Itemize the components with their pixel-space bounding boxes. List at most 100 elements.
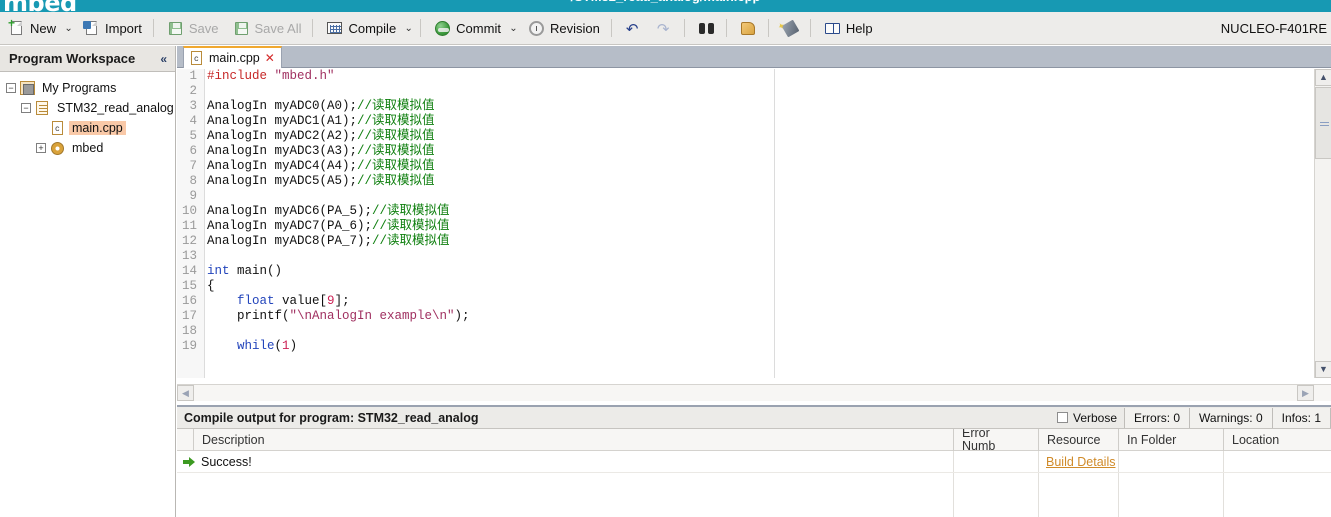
cpp-file-icon — [189, 51, 204, 66]
output-column-label: Resource — [1047, 434, 1101, 447]
line-number: 19 — [177, 339, 201, 354]
help-button-label: Help — [846, 21, 873, 36]
code-line: 4AnalogIn myADC1(A1);//读取模拟值 — [177, 114, 470, 129]
output-column-label: Location — [1232, 434, 1279, 447]
compile-dropdown-chevron-down-icon[interactable]: ⌄ — [402, 23, 415, 34]
program-workspace-panel: Program Workspace « − My Programs − STM3… — [0, 46, 176, 517]
infos-counter[interactable]: Infos: 1 — [1272, 408, 1331, 428]
redo-button[interactable]: ↷ — [650, 15, 679, 41]
scroll-left-icon[interactable]: ◀ — [177, 385, 194, 401]
scroll-up-icon[interactable]: ▲ — [1315, 69, 1331, 86]
compile-button[interactable]: Compile — [320, 15, 402, 41]
compile-output-panel: Compile output for program: STM32_read_a… — [177, 405, 1331, 517]
cell-divider — [1118, 451, 1119, 472]
tree-toggle-icon[interactable]: + — [36, 143, 46, 153]
commit-button-label: Commit — [456, 21, 501, 36]
output-column-header[interactable]: Error Numb — [953, 429, 1038, 451]
tree-item-my-programs[interactable]: − My Programs — [0, 78, 175, 98]
output-column-label: Error Numb — [962, 429, 995, 451]
tree-item-mbed[interactable]: + mbed — [0, 138, 175, 158]
code-line: 19 while(1) — [177, 339, 470, 354]
vertical-scrollbar-thumb[interactable] — [1315, 87, 1331, 159]
code-token: value[ — [275, 294, 328, 308]
help-button[interactable]: Help — [818, 15, 879, 41]
code-token: //读取模拟值 — [357, 159, 435, 173]
tab-main-cpp[interactable]: main.cpp ✕ — [183, 46, 282, 68]
scroll-right-icon[interactable]: ▶ — [1297, 385, 1314, 401]
code-line-text: #include "mbed.h" — [201, 69, 335, 84]
warnings-counter[interactable]: Warnings: 0 — [1189, 408, 1273, 428]
new-button[interactable]: + New — [2, 15, 62, 41]
editor-horizontal-scrollbar[interactable]: ◀ ▶ — [177, 384, 1331, 401]
table-row-empty — [177, 473, 1331, 495]
code-token: AnalogIn myADC8(PA_7); — [207, 234, 372, 248]
cell-divider — [1223, 451, 1224, 472]
code-line-text: AnalogIn myADC5(A5);//读取模拟值 — [201, 174, 435, 189]
code-token: AnalogIn myADC6(PA_5); — [207, 204, 372, 218]
save-all-button[interactable]: Save All — [227, 15, 308, 41]
output-column-header[interactable]: In Folder — [1118, 429, 1223, 451]
tree-toggle-icon[interactable]: − — [6, 83, 16, 93]
save-floppy-icon — [167, 20, 184, 37]
verbose-checkbox[interactable]: Verbose — [1049, 408, 1125, 428]
target-platform-selector[interactable]: NUCLEO-F401RE — [1221, 21, 1327, 36]
new-dropdown-chevron-down-icon[interactable]: ⌄ — [62, 23, 75, 34]
cell-divider — [1223, 473, 1224, 495]
binoculars-search-icon — [698, 20, 715, 37]
compile-output-title: Compile output for program: STM32_read_a… — [177, 411, 478, 425]
build-details-link[interactable]: Build Details — [1046, 455, 1115, 469]
table-cell-resource[interactable]: Build Details — [1038, 451, 1118, 473]
cell-divider — [1038, 451, 1039, 472]
code-text-area[interactable]: 1#include "mbed.h"23AnalogIn myADC0(A0);… — [177, 69, 1331, 378]
format-button[interactable] — [734, 15, 763, 41]
code-token — [207, 294, 237, 308]
line-number: 15 — [177, 279, 201, 294]
program-workspace-title: Program Workspace — [9, 51, 135, 66]
tools-button[interactable] — [776, 15, 805, 41]
editor-vertical-scrollbar[interactable]: ▲ ▼ — [1314, 69, 1331, 378]
scroll-down-icon[interactable]: ▼ — [1315, 361, 1331, 378]
import-button[interactable]: Import — [77, 15, 148, 41]
code-line: 14int main() — [177, 264, 470, 279]
table-row[interactable]: Success!Build Details — [177, 451, 1331, 473]
save-button[interactable]: Save — [161, 15, 225, 41]
collapse-panel-icon[interactable]: « — [160, 52, 167, 66]
close-icon[interactable]: ✕ — [265, 51, 275, 65]
code-line: 10AnalogIn myADC6(PA_5);//读取模拟值 — [177, 204, 470, 219]
tree-item-stm32-read-analog[interactable]: − STM32_read_analog — [0, 98, 175, 118]
tree-toggle-icon[interactable]: − — [21, 103, 31, 113]
new-button-label: New — [30, 21, 56, 36]
cell-divider — [1223, 495, 1224, 517]
line-number: 10 — [177, 204, 201, 219]
compile-button-label: Compile — [348, 21, 396, 36]
output-column-header[interactable]: Resource — [1038, 429, 1118, 451]
tree-item-main-cpp[interactable]: main.cpp — [0, 118, 175, 138]
new-file-icon: + — [8, 20, 25, 37]
code-token: "mbed.h" — [275, 69, 335, 83]
toolbar-divider — [726, 19, 727, 37]
code-line: 11AnalogIn myADC7(PA_6);//读取模拟值 — [177, 219, 470, 234]
undo-icon: ↶ — [625, 20, 642, 37]
program-icon — [35, 101, 50, 116]
errors-counter[interactable]: Errors: 0 — [1124, 408, 1190, 428]
code-line: 7AnalogIn myADC4(A4);//读取模拟值 — [177, 159, 470, 174]
print-margin-line — [774, 69, 775, 378]
checkbox-box-icon[interactable] — [1057, 412, 1068, 423]
main-toolbar: + New ⌄ Import Save Save All Compile ⌄ — [0, 12, 1331, 45]
line-number: 1 — [177, 69, 201, 84]
output-column-header[interactable]: Location — [1223, 429, 1331, 451]
import-icon — [83, 20, 100, 37]
code-line-text: AnalogIn myADC3(A3);//读取模拟值 — [201, 144, 435, 159]
find-button[interactable] — [692, 15, 721, 41]
commit-button[interactable]: Commit — [428, 15, 507, 41]
tree-item-label: main.cpp — [69, 121, 126, 135]
undo-button[interactable]: ↶ — [619, 15, 648, 41]
code-token: //读取模拟值 — [372, 219, 450, 233]
code-line-text: AnalogIn myADC1(A1);//读取模拟值 — [201, 114, 435, 129]
revision-button[interactable]: Revision — [522, 15, 606, 41]
commit-dropdown-chevron-down-icon[interactable]: ⌄ — [507, 23, 520, 34]
output-column-header[interactable]: Description — [193, 429, 953, 451]
code-token: //读取模拟值 — [357, 99, 435, 113]
code-line-text: int main() — [201, 264, 282, 279]
code-line: 3AnalogIn myADC0(A0);//读取模拟值 — [177, 99, 470, 114]
